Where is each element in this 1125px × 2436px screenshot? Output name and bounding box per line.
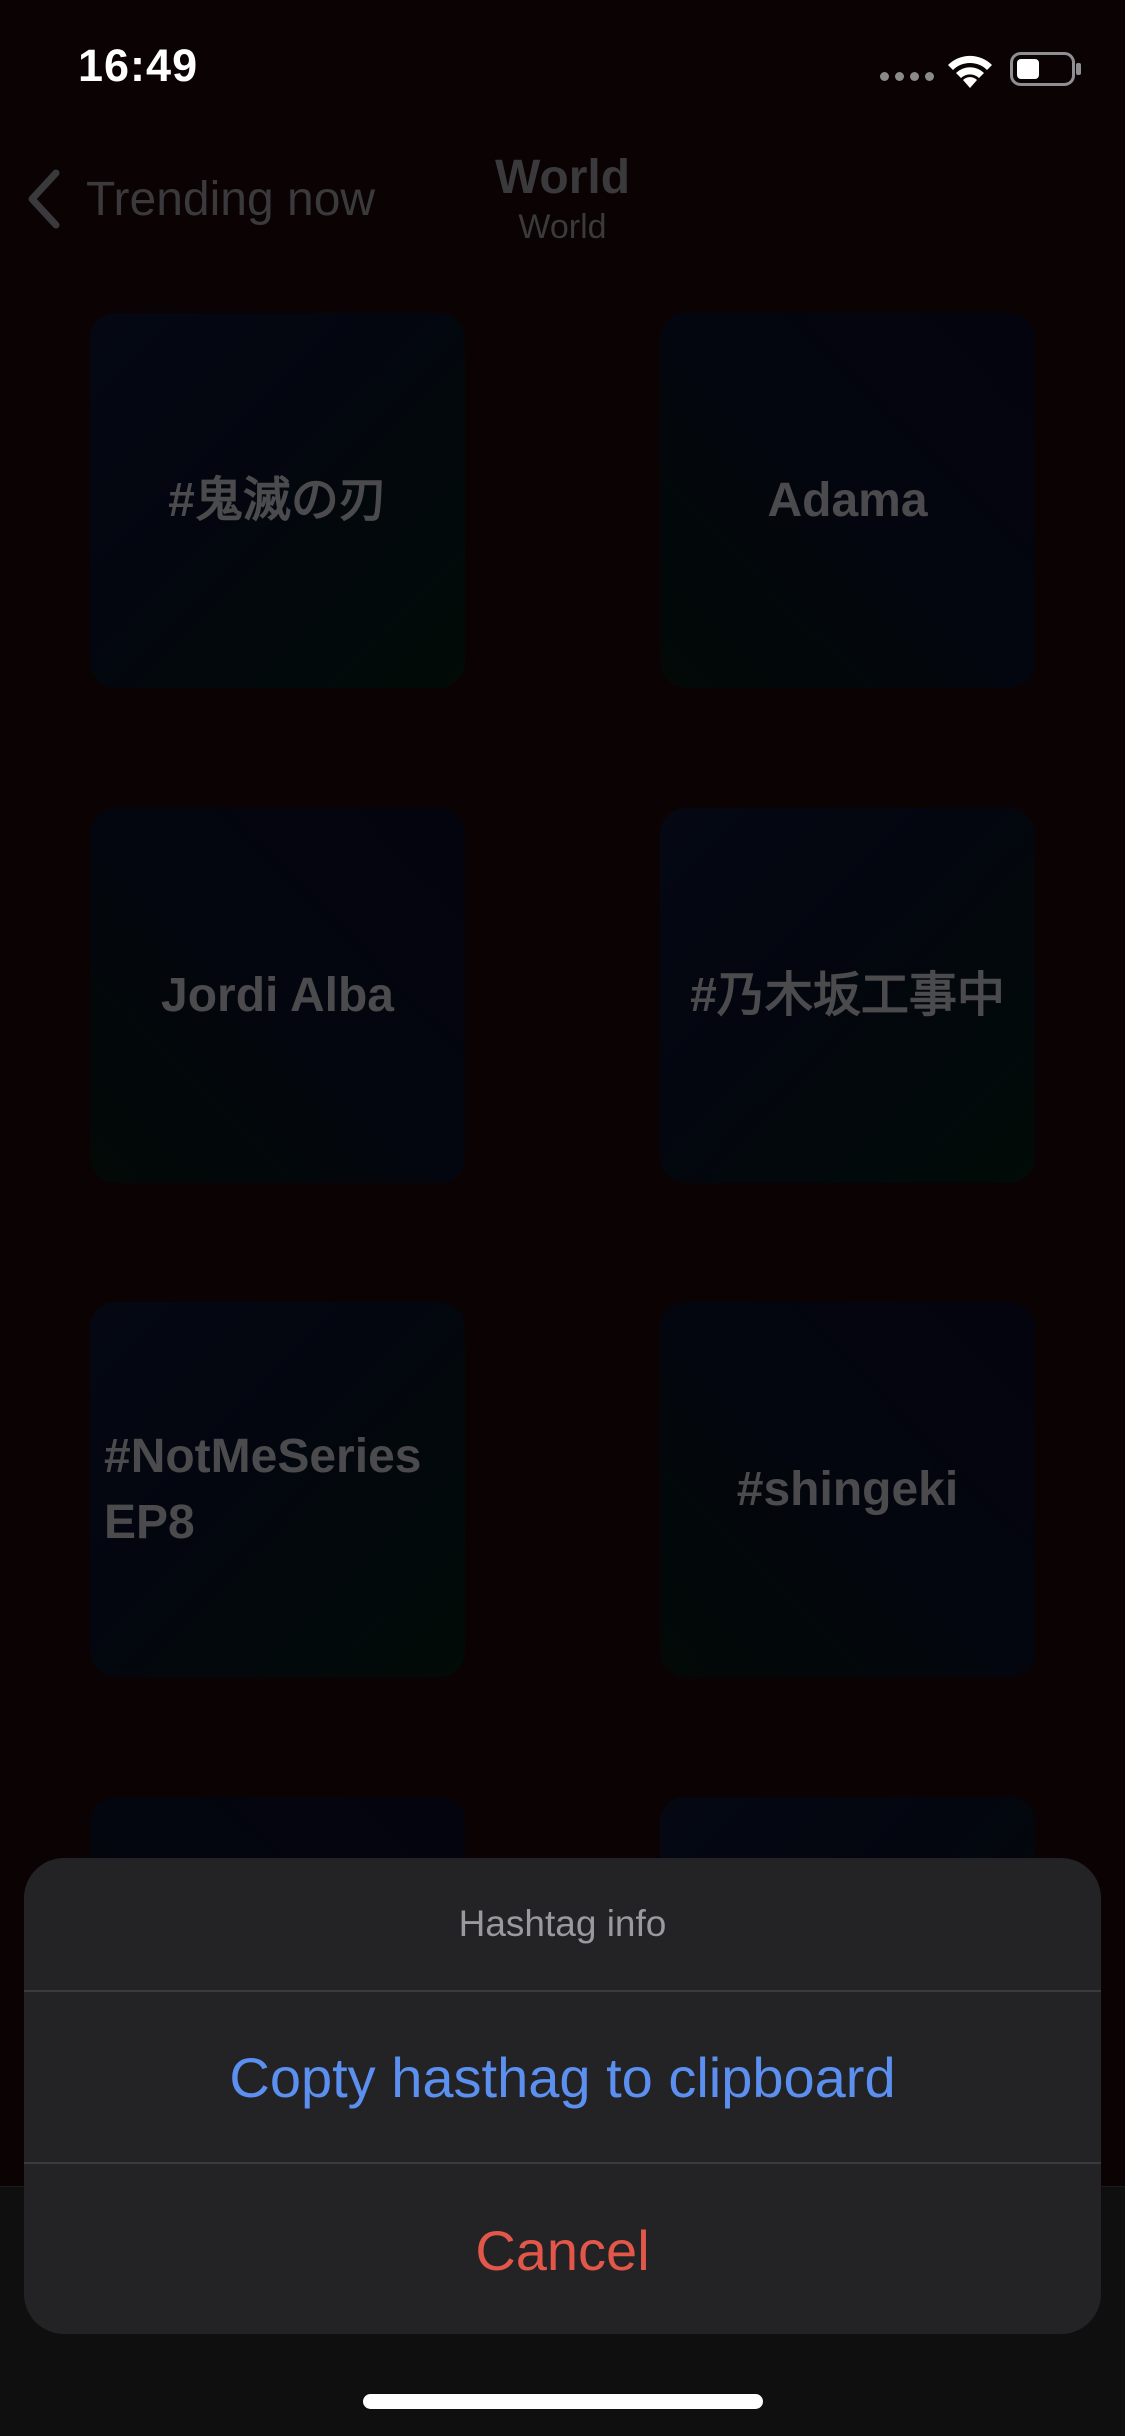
trend-tile-label: Jordi Alba: [161, 968, 394, 1022]
signal-icon: [880, 72, 934, 84]
home-indicator[interactable]: [363, 2394, 763, 2409]
cancel-button[interactable]: Cancel: [24, 2164, 1101, 2334]
trend-tile[interactable]: Adama: [660, 313, 1035, 688]
status-time: 16:49: [78, 40, 199, 91]
screen: 16:49 Trending now World World #鬼滅の刃 Ada: [0, 0, 1125, 2436]
action-sheet: Hashtag info Copty hasthag to clipboard …: [24, 1858, 1101, 2334]
copy-hashtag-button[interactable]: Copty hasthag to clipboard: [24, 1992, 1101, 2164]
status-bar: 16:49: [0, 0, 1125, 132]
trend-tile[interactable]: #乃木坂工事中: [660, 808, 1035, 1183]
trend-tile[interactable]: Jordi Alba: [90, 808, 465, 1183]
navigation-bar: Trending now World World: [0, 140, 1125, 260]
trend-tile-label: Adama: [767, 473, 928, 527]
trend-tile[interactable]: #shingeki: [660, 1302, 1035, 1677]
page-subtitle: World: [518, 208, 607, 246]
trend-tile-label: #NotMeSeries EP8: [104, 1429, 422, 1549]
trend-tile-label: #鬼滅の刃: [168, 473, 387, 527]
trend-tile[interactable]: #鬼滅の刃: [90, 313, 465, 688]
trend-tile-label: #乃木坂工事中: [690, 968, 1005, 1022]
wifi-icon: [948, 55, 992, 88]
battery-icon: [1010, 52, 1081, 86]
trend-tile-label: #shingeki: [736, 1462, 959, 1516]
trend-tile[interactable]: #NotMeSeries EP8: [90, 1302, 465, 1677]
page-title: World: [494, 151, 631, 204]
action-sheet-title: Hashtag info: [24, 1858, 1101, 1992]
